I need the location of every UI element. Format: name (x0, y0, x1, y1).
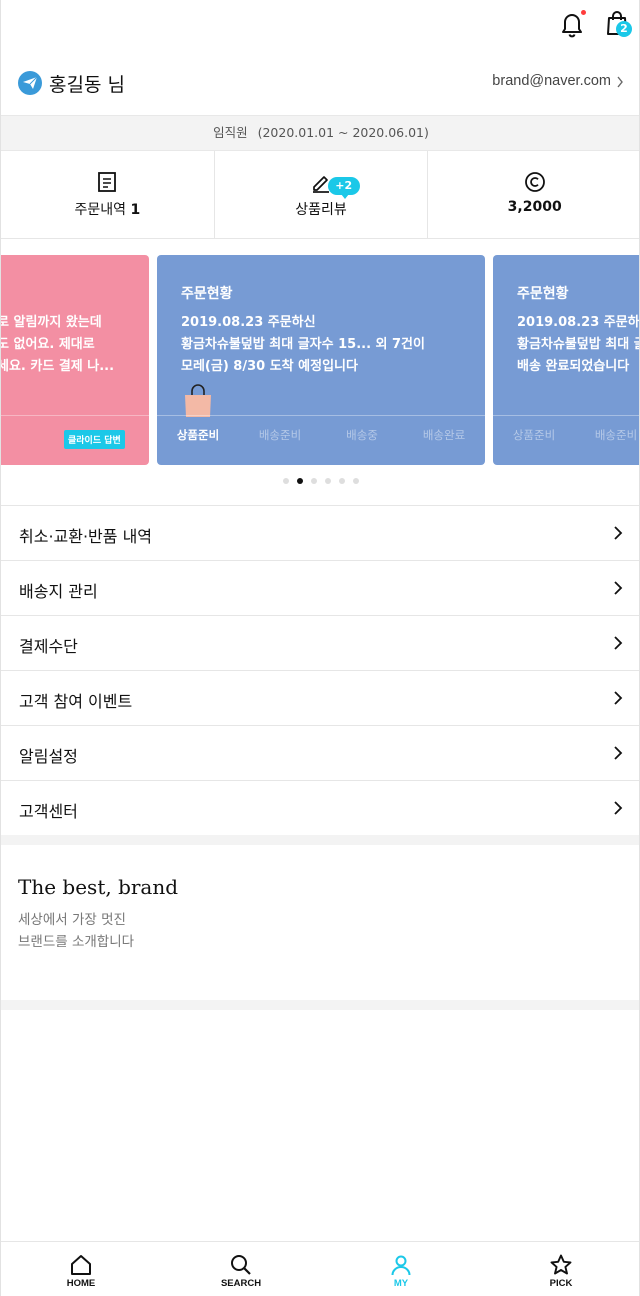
brand-title: The best, brand (18, 875, 179, 899)
card-title: 주문현황 (181, 286, 233, 302)
step-preparing-product: 상품준비 (176, 428, 220, 442)
section-divider (1, 1000, 639, 1010)
pagination-dot[interactable] (283, 478, 289, 484)
order-status-carousel[interactable]: 로 알림까지 왔는데 도 없어요. 제대로 세요. 카드 결제 나... 클라이… (1, 255, 640, 465)
menu-item-label: 고객센터 (19, 802, 78, 821)
brand-section: The best, brand 세상에서 가장 멋진 브랜드를 소개합니다 (1, 845, 639, 1000)
home-icon (71, 1255, 91, 1275)
review-count-badge: +2 (327, 177, 360, 199)
receipt-icon (98, 172, 117, 192)
chevron-right-icon (614, 526, 623, 540)
chevron-right-icon (614, 581, 623, 595)
step-delivered: 배송완료 (422, 428, 466, 442)
stats-row: 주문내역 1 +2 상품리뷰 3,2000 (1, 151, 639, 239)
order-status-card[interactable]: 주문현황 2019.08.23 주문하신 황금차슈불덮밥 최대 글자수 15..… (157, 255, 485, 465)
card-text-line: 배송 완료되었습니다 (517, 359, 630, 374)
coin-icon (524, 172, 545, 192)
user-name: 홍길동 님 (49, 74, 125, 96)
card-divider (157, 415, 485, 416)
profile-row[interactable]: 홍길동 님 brand@naver.com (1, 62, 639, 104)
step-preparing-product: 상품준비 (512, 428, 556, 442)
top-bar: 2 (1, 0, 639, 52)
delivery-steps: 상품준비 배송준비 배송중 배송완료 (157, 427, 485, 443)
card-text-line: 황금차슈불덮밥 최대 글자수 15... 외 7건이 (181, 337, 425, 352)
step-preparing-delivery: 배송준비 (258, 428, 302, 442)
card-divider (493, 415, 639, 416)
brand-description: 세상에서 가장 멋진 브랜드를 소개합니다 (18, 909, 134, 953)
nav-home-label: HOME (66, 1278, 96, 1289)
notification-dot (581, 10, 586, 15)
inquiry-card[interactable]: 로 알림까지 왔는데 도 없어요. 제대로 세요. 카드 결제 나... 클라이… (1, 255, 149, 465)
menu-item-payment[interactable]: 결제수단 (1, 616, 639, 671)
step-in-delivery: 배송중 (346, 428, 378, 442)
menu-item-events[interactable]: 고객 참여 이벤트 (1, 671, 639, 726)
menu-item-addresses[interactable]: 배송지 관리 (1, 561, 639, 616)
card-text-line: 로 알림까지 왔는데 (1, 315, 102, 330)
stat-orders[interactable]: 주문내역 1 (1, 151, 215, 238)
membership-period: 임직원 (2020.01.01 ~ 2020.06.01) (1, 115, 639, 151)
nav-pick[interactable]: PICK (481, 1242, 639, 1296)
nav-home[interactable]: HOME (1, 1242, 161, 1296)
brand-desc-line: 세상에서 가장 멋진 (18, 912, 126, 928)
orders-label: 주문내역 1 (1, 199, 214, 219)
shopping-bag-illustration-icon (185, 384, 211, 417)
carousel-pagination (1, 478, 639, 486)
card-text-line: 모레(금) 8/30 도착 예정입니다 (181, 359, 358, 374)
order-status-card[interactable]: 주문현황 2019.08.23 주문하신 황금차슈불덮밥 최대 글자수 15..… (493, 255, 640, 465)
menu-item-returns[interactable]: 취소·교환·반품 내역 (1, 506, 639, 561)
pagination-dot[interactable] (325, 478, 331, 484)
nav-pick-label: PICK (549, 1278, 573, 1289)
chevron-right-icon (614, 691, 623, 705)
orders-count: 1 (130, 202, 141, 218)
menu-item-label: 고객 참여 이벤트 (19, 692, 133, 711)
user-email[interactable]: brand@naver.com (492, 73, 611, 89)
chevron-right-icon (617, 76, 623, 88)
cart-count-badge: 2 (616, 21, 632, 37)
chevron-right-icon (614, 636, 623, 650)
step-preparing-delivery: 배송준비 (594, 428, 638, 442)
paper-plane-icon (18, 71, 42, 95)
membership-label: 임직원 (213, 125, 248, 140)
nav-my-label: MY (393, 1278, 409, 1289)
star-icon (550, 1254, 572, 1275)
review-label: 상품리뷰 (295, 202, 347, 218)
delivery-steps: 상품준비 배송준비 (493, 427, 639, 443)
pagination-dot[interactable] (311, 478, 317, 484)
pagination-dot[interactable] (339, 478, 345, 484)
brand-desc-line: 브랜드를 소개합니다 (18, 934, 135, 950)
points-value: 3,2000 (428, 199, 639, 215)
section-divider (1, 835, 639, 845)
chevron-right-icon (614, 801, 623, 815)
card-text-line: 세요. 카드 결제 나... (1, 359, 115, 374)
menu-item-label: 배송지 관리 (19, 582, 98, 601)
stat-reviews[interactable]: +2 상품리뷰 (215, 151, 429, 238)
bottom-navigation: HOME SEARCH MY PICK (1, 1241, 639, 1296)
menu-item-label: 취소·교환·반품 내역 (19, 527, 153, 546)
card-title: 주문현황 (517, 286, 569, 302)
user-icon (391, 1255, 411, 1276)
card-text-line: 황금차슈불덮밥 최대 글자수 15... 외 7건이 (517, 337, 639, 352)
my-menu-list: 취소·교환·반품 내역 배송지 관리 결제수단 고객 참여 이벤트 알림설정 고… (1, 505, 639, 836)
pagination-dot-active[interactable] (297, 478, 303, 484)
menu-item-notifications[interactable]: 알림설정 (1, 726, 639, 781)
card-text-line: 2019.08.23 주문하신 (517, 315, 640, 330)
nav-search-label: SEARCH (220, 1278, 262, 1289)
stat-points[interactable]: 3,2000 (428, 151, 639, 238)
card-text-line: 도 없어요. 제대로 (1, 337, 95, 352)
reply-tag: 클라이드 답변 (64, 430, 125, 449)
menu-item-label: 결제수단 (19, 637, 78, 656)
pagination-dot[interactable] (353, 478, 359, 484)
orders-text: 주문내역 (74, 202, 126, 218)
my-page: 2 홍길동 님 brand@naver.com 임직원 (2020.01.01 … (0, 0, 640, 1296)
card-divider (1, 415, 149, 416)
menu-item-label: 알림설정 (19, 747, 78, 766)
card-text-line: 2019.08.23 주문하신 (181, 315, 316, 330)
nav-search[interactable]: SEARCH (161, 1242, 321, 1296)
menu-item-customer-center[interactable]: 고객센터 (1, 781, 639, 836)
membership-range: (2020.01.01 ~ 2020.06.01) (257, 125, 429, 140)
nav-my[interactable]: MY (321, 1242, 481, 1296)
search-icon (231, 1255, 251, 1275)
chevron-right-icon (614, 746, 623, 760)
points-number: 3,2000 (507, 199, 562, 215)
